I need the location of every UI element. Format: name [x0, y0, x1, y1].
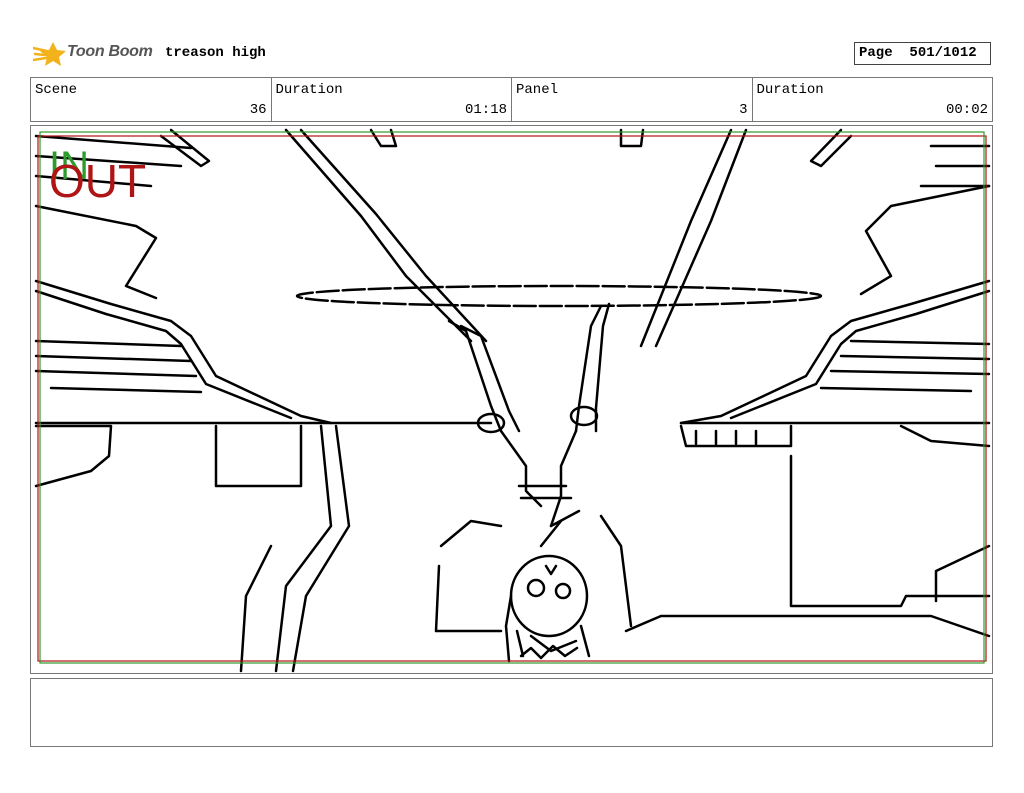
panel-duration-value: 00:02: [945, 102, 988, 118]
logo-text: Toon Boom: [67, 43, 153, 60]
panel-value: 3: [739, 102, 748, 118]
scene-duration-cell: Duration 01:18: [272, 78, 512, 121]
panel-duration-label: Duration: [756, 82, 824, 98]
sketch-drawing: [34, 128, 991, 673]
storyboard-panel-image: IN OUT: [30, 125, 993, 674]
scene-value: 36: [249, 102, 267, 118]
scene-duration-value: 01:18: [464, 102, 507, 118]
scene-cell: Scene 36: [31, 78, 272, 121]
panel-cell: Panel 3: [512, 78, 753, 121]
scene-duration-label: Duration: [275, 82, 343, 98]
page-label: Page: [859, 45, 893, 61]
star-burst-icon: [33, 42, 66, 66]
page-number: 501/1012: [909, 45, 977, 61]
panel-info-row: Scene 36 Duration 01:18 Panel 3 Duration…: [30, 77, 993, 122]
panel-duration-cell: Duration 00:02: [753, 78, 993, 121]
panel-label: Panel: [516, 82, 559, 98]
out-marker: OUT: [49, 155, 147, 207]
panel-notes-box: [30, 678, 993, 747]
scene-label: Scene: [35, 82, 78, 98]
project-title: treason high: [165, 45, 266, 61]
toon-boom-logo: Toon Boom: [33, 38, 158, 68]
page-indicator: Page 501/1012: [854, 42, 991, 65]
